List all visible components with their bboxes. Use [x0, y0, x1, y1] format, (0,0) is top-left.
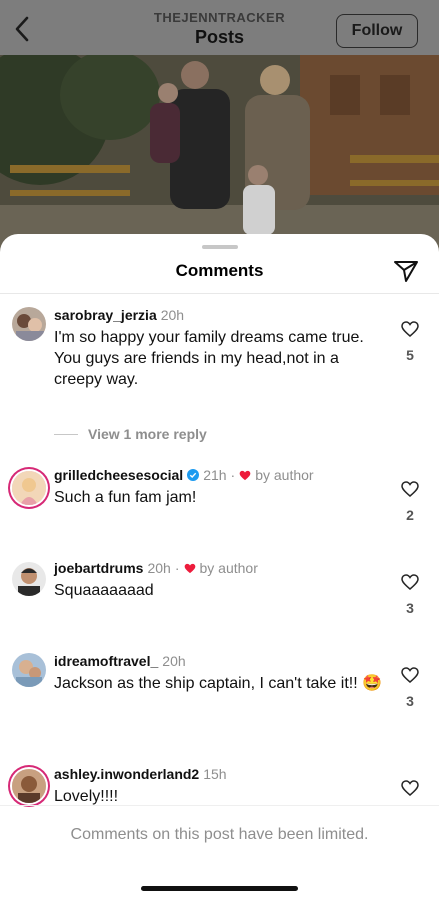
comment-meta: sarobray_jerzia 20h	[54, 307, 184, 323]
avatar[interactable]	[12, 471, 46, 505]
like-count: 2	[406, 507, 414, 523]
family-photo-image	[0, 55, 439, 255]
avatar-image	[12, 769, 46, 803]
drag-handle[interactable]	[202, 245, 238, 249]
comment-text: I'm so happy your family dreams came tru…	[54, 329, 364, 388]
heart-outline-icon	[401, 481, 419, 497]
avatar-image	[12, 562, 46, 596]
comment-username[interactable]: sarobray_jerzia	[54, 307, 157, 323]
comment-time: 20h	[160, 307, 185, 323]
avatar[interactable]	[12, 653, 46, 687]
heart-outline-icon	[401, 321, 419, 337]
share-send-icon	[394, 261, 418, 282]
avatar-image	[12, 653, 46, 687]
comment-username[interactable]: idreamoftravel_	[54, 653, 158, 669]
avatar[interactable]	[12, 769, 46, 803]
heart-outline-icon	[401, 667, 419, 683]
avatar[interactable]	[12, 562, 46, 596]
comments-limited-notice: Comments on this post have been limited.	[70, 826, 369, 843]
top-header: THEJENNTRACKER Posts Follow	[0, 0, 439, 55]
avatar[interactable]	[12, 307, 46, 341]
view-more-replies[interactable]: View 1 more reply	[54, 426, 207, 442]
comment-meta: grilledcheesesocial 21h · by author	[54, 467, 314, 483]
by-author-label: by author	[255, 467, 314, 483]
comment-time: 21h	[203, 467, 227, 483]
comment-meta: joebartdrums 20h · by author	[54, 560, 258, 576]
post-photo	[0, 55, 439, 255]
meta-separator: ·	[174, 560, 180, 576]
share-button[interactable]	[393, 259, 419, 283]
comment-username[interactable]: ashley.inwonderland2	[54, 766, 199, 782]
comment-time: 15h	[203, 766, 227, 782]
liked-by-author: by author	[184, 560, 258, 576]
by-author-label: by author	[199, 560, 258, 576]
comment-text: Lovely!!!!	[54, 788, 119, 805]
comments-title: Comments	[175, 261, 264, 280]
liked-by-author: by author	[239, 467, 314, 483]
meta-separator: ·	[230, 467, 236, 483]
heart-filled-icon	[239, 470, 251, 480]
like-button[interactable]	[401, 667, 419, 688]
like-button[interactable]	[401, 481, 419, 502]
verified-badge-icon	[187, 469, 200, 481]
reply-dash	[54, 433, 78, 435]
avatar-image	[12, 471, 46, 505]
like-button[interactable]	[401, 780, 419, 801]
comment-text: Such a fun fam jam!	[54, 489, 197, 506]
comment-username[interactable]: joebartdrums	[54, 560, 143, 576]
footer-divider	[0, 805, 439, 806]
comment-meta: ashley.inwonderland2 15h	[54, 766, 227, 782]
comment-meta: idreamoftravel_ 20h	[54, 653, 186, 669]
view-replies-label: View 1 more reply	[88, 426, 207, 442]
sheet-divider	[0, 293, 439, 294]
heart-filled-icon	[184, 563, 195, 573]
like-count: 3	[406, 693, 414, 709]
heart-outline-icon	[401, 780, 419, 796]
like-count: 3	[406, 600, 414, 616]
comment-time: 20h	[162, 653, 186, 669]
like-button[interactable]	[401, 321, 419, 342]
avatar-image	[12, 307, 46, 341]
comment-text: Squaaaaaaad	[54, 582, 154, 599]
follow-button[interactable]: Follow	[336, 14, 418, 48]
comment-username[interactable]: grilledcheesesocial	[54, 467, 183, 483]
home-indicator[interactable]	[141, 886, 298, 891]
like-button[interactable]	[401, 574, 419, 595]
comment-time: 20h	[147, 560, 171, 576]
like-count: 5	[406, 347, 414, 363]
heart-outline-icon	[401, 574, 419, 590]
comment-text: Jackson as the ship captain, I can't tak…	[54, 675, 383, 692]
